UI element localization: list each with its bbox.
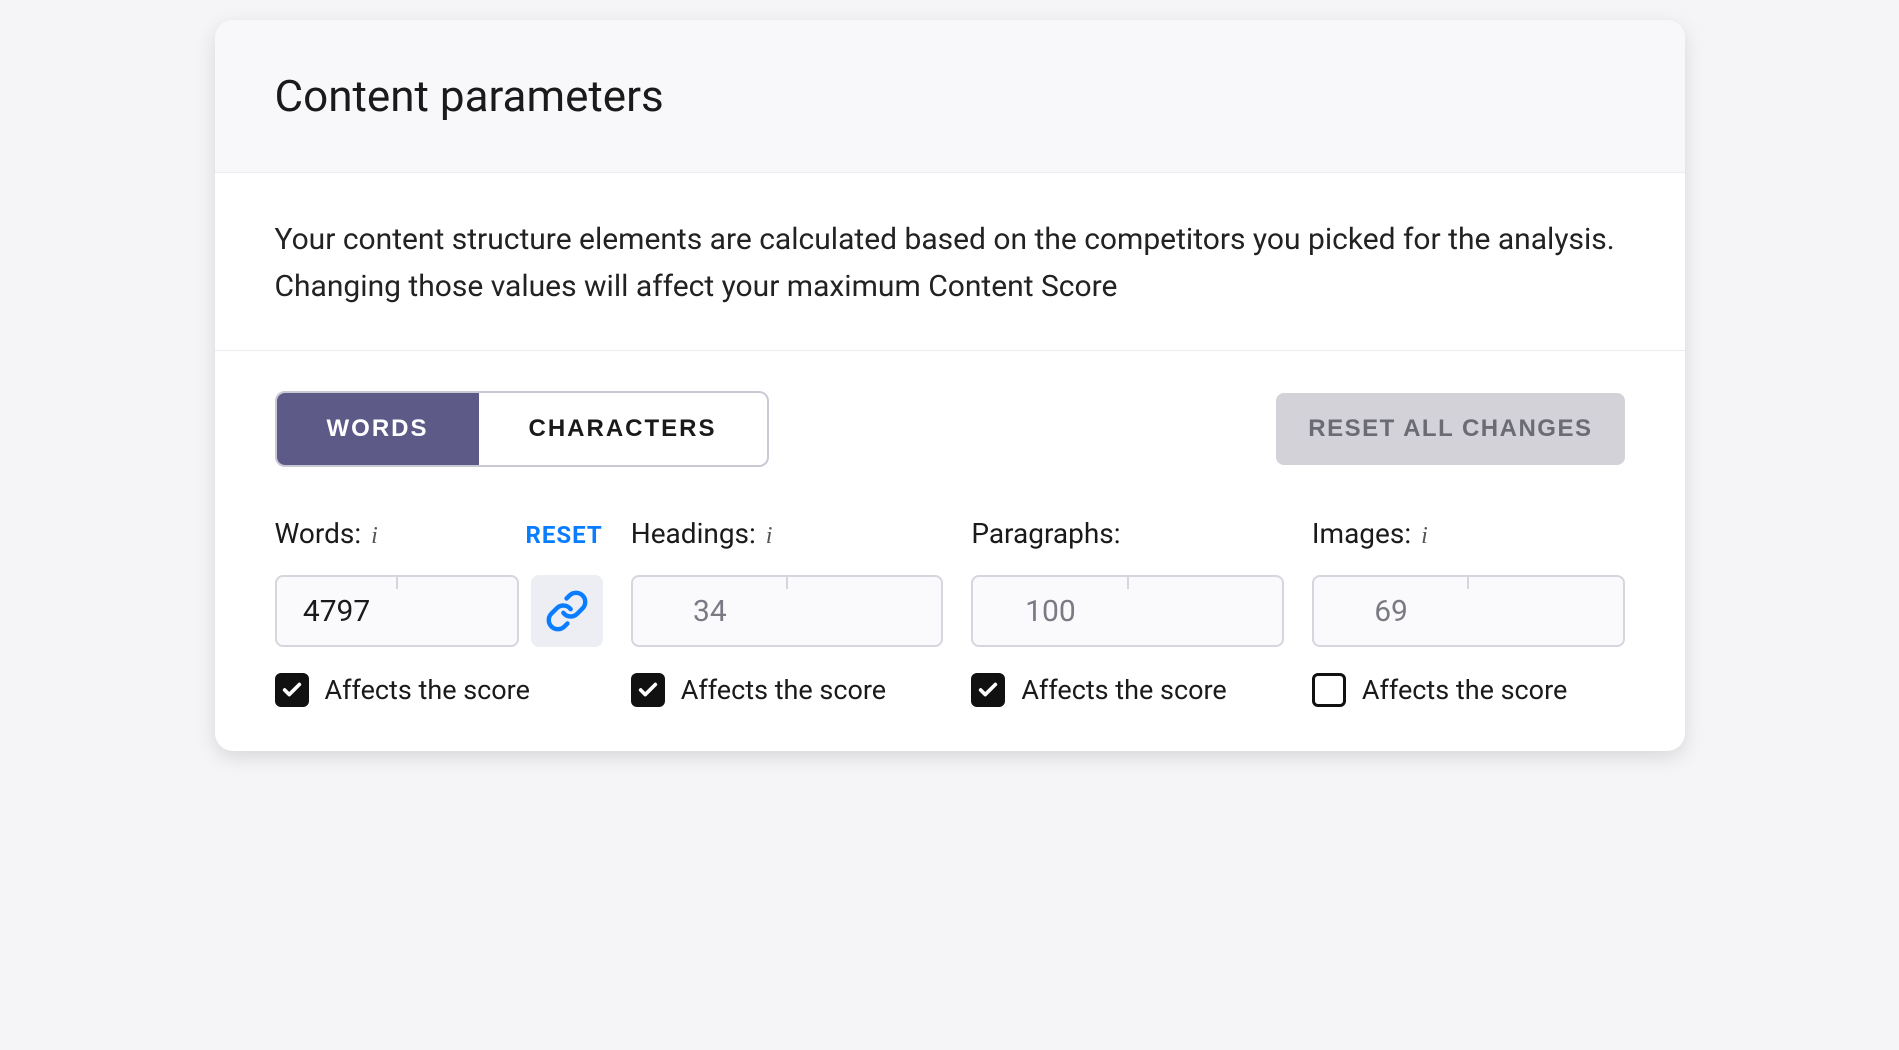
param-paragraphs-label-row: Paragraphs: <box>971 517 1284 553</box>
words-range-input[interactable]: 4797 <box>275 575 519 647</box>
images-affects-label: Affects the score <box>1362 674 1567 706</box>
param-images-label-row: Images: i <box>1312 517 1625 553</box>
param-headings-label-row: Headings: i <box>631 517 944 553</box>
words-affects-label: Affects the score <box>325 674 530 706</box>
panel-description: Your content structure elements are calc… <box>215 173 1685 351</box>
images-affects-checkbox[interactable] <box>1312 673 1346 707</box>
headings-affects-label: Affects the score <box>681 674 886 706</box>
param-images: Images: i 69 Affects the score <box>1312 517 1625 707</box>
param-headings-label-text: Headings: <box>631 517 756 550</box>
link-toggle-button[interactable] <box>531 575 603 647</box>
words-value: 4797 <box>277 594 397 629</box>
images-range-input[interactable]: 69 <box>1312 575 1625 647</box>
param-headings: Headings: i 34 Affects the score <box>631 517 944 707</box>
words-affects-checkbox[interactable] <box>275 673 309 707</box>
param-words-label-row: Words: i RESET <box>275 517 603 553</box>
headings-range-input[interactable]: 34 <box>631 575 944 647</box>
param-words-label: Words: i <box>275 517 378 550</box>
reset-words-link[interactable]: RESET <box>525 521 602 549</box>
toggle-characters[interactable]: CHARACTERS <box>479 393 767 465</box>
controls-row: WORDS CHARACTERS RESET ALL CHANGES <box>215 351 1685 467</box>
paragraphs-affects-checkbox[interactable] <box>971 673 1005 707</box>
params-row: Words: i RESET 4797 <box>215 467 1685 751</box>
param-paragraphs-input-row: 100 <box>971 575 1284 647</box>
paragraphs-value: 100 <box>973 594 1127 629</box>
param-images-label-text: Images: <box>1312 517 1411 550</box>
info-icon[interactable]: i <box>766 523 773 550</box>
range-divider <box>396 576 398 589</box>
link-icon <box>545 589 589 633</box>
param-images-input-row: 69 <box>1312 575 1625 647</box>
range-divider <box>786 576 788 589</box>
paragraphs-range-input[interactable]: 100 <box>971 575 1284 647</box>
param-paragraphs-label-text: Paragraphs: <box>971 517 1120 550</box>
paragraphs-affects-label: Affects the score <box>1021 674 1226 706</box>
check-icon <box>637 679 659 701</box>
headings-affects-checkbox[interactable] <box>631 673 665 707</box>
headings-value: 34 <box>633 594 787 629</box>
range-divider <box>1127 576 1129 589</box>
info-icon[interactable]: i <box>371 523 378 550</box>
words-affects-row: Affects the score <box>275 673 603 707</box>
paragraphs-affects-row: Affects the score <box>971 673 1284 707</box>
check-icon <box>281 679 303 701</box>
panel-header: Content parameters <box>215 20 1685 173</box>
range-divider <box>1467 576 1469 589</box>
param-headings-label: Headings: i <box>631 517 773 550</box>
unit-toggle-group: WORDS CHARACTERS <box>275 391 769 467</box>
param-headings-input-row: 34 <box>631 575 944 647</box>
check-icon <box>977 679 999 701</box>
param-words-label-text: Words: <box>275 517 362 550</box>
param-paragraphs: Paragraphs: 100 Affects the score <box>971 517 1284 707</box>
param-paragraphs-label: Paragraphs: <box>971 517 1120 550</box>
panel-title: Content parameters <box>275 70 1625 122</box>
content-parameters-panel: Content parameters Your content structur… <box>215 20 1685 751</box>
param-words: Words: i RESET 4797 <box>275 517 603 707</box>
headings-affects-row: Affects the score <box>631 673 944 707</box>
images-affects-row: Affects the score <box>1312 673 1625 707</box>
images-value: 69 <box>1314 594 1468 629</box>
info-icon[interactable]: i <box>1421 523 1428 550</box>
toggle-words[interactable]: WORDS <box>277 393 479 465</box>
reset-all-button[interactable]: RESET ALL CHANGES <box>1276 393 1624 465</box>
param-words-input-row: 4797 <box>275 575 603 647</box>
param-images-label: Images: i <box>1312 517 1428 550</box>
